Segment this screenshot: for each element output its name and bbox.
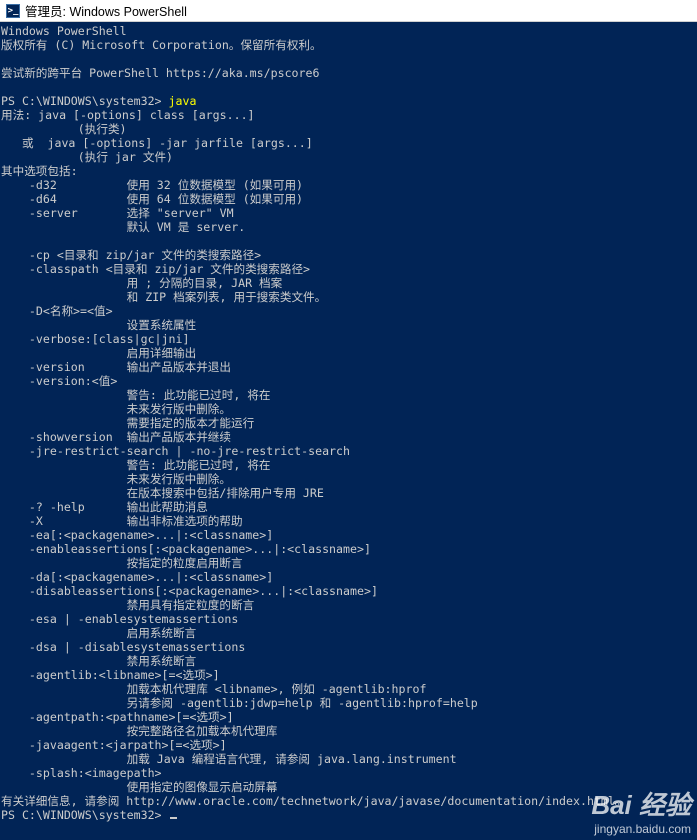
console-line: -jre-restrict-search | -no-jre-restrict-… <box>1 444 351 458</box>
console-line: -version 输出产品版本并退出 <box>1 360 231 374</box>
console-line: -classpath <目录和 zip/jar 文件的类搜索路径> <box>1 262 311 276</box>
console-line: 或 java [-options] -jar jarfile [args...] <box>1 136 313 150</box>
console-line: 未来发行版中删除。 <box>1 402 231 416</box>
console-line: (执行类) <box>1 122 127 136</box>
console-line: 需要指定的版本才能运行 <box>1 416 255 430</box>
console-line: 版权所有 (C) Microsoft Corporation。保留所有权利。 <box>1 38 322 52</box>
active-prompt-line[interactable]: PS C:\WINDOWS\system32> <box>1 808 689 822</box>
console-line: -cp <目录和 zip/jar 文件的类搜索路径> <box>1 248 262 262</box>
console-line: 未来发行版中删除。 <box>1 472 231 486</box>
console-line: 启用详细输出 <box>1 346 197 360</box>
console-line: PS C:\WINDOWS\system32> java <box>1 94 689 108</box>
window-title: 管理员: Windows PowerShell <box>25 5 187 19</box>
console-line: -dsa | -disablesystemassertions <box>1 640 246 654</box>
console-line: 默认 VM 是 server. <box>1 220 246 234</box>
console-line: 加载本机代理库 <libname>, 例如 -agentlib:hprof <box>1 682 427 696</box>
console-line: -ea[:<packagename>...|:<classname>] <box>1 528 274 542</box>
console-line: -D<名称>=<值> <box>1 304 113 318</box>
console-line: -enableassertions[:<packagename>...|:<cl… <box>1 542 371 556</box>
title-bar[interactable]: >_ 管理员: Windows PowerShell <box>0 0 697 22</box>
console-line: 按完整路径名加载本机代理库 <box>1 724 278 738</box>
console-line: 其中选项包括: <box>1 164 78 178</box>
console-line: 禁用系统断言 <box>1 654 197 668</box>
console-line: -agentpath:<pathname>[=<选项>] <box>1 710 234 724</box>
console-line: -verbose:[class|gc|jni] <box>1 332 190 346</box>
console-line: 使用指定的图像显示启动屏幕 <box>1 780 278 794</box>
prompt-text: PS C:\WINDOWS\system32> <box>1 808 169 822</box>
powershell-icon: >_ <box>6 3 20 18</box>
console-line: 禁用具有指定粒度的断言 <box>1 598 255 612</box>
prompt-text: PS C:\WINDOWS\system32> <box>1 94 169 108</box>
console-line: 按指定的粒度启用断言 <box>1 556 243 570</box>
console-line: 和 ZIP 档案列表, 用于搜索类文件。 <box>1 290 327 304</box>
console-line: (执行 jar 文件) <box>1 150 174 164</box>
console-line: Windows PowerShell <box>1 24 127 38</box>
console-line: 用 ; 分隔的目录, JAR 档案 <box>1 276 283 290</box>
console-line: -? -help 输出此帮助消息 <box>1 500 208 514</box>
command-text: java <box>168 94 197 108</box>
console-line: 设置系统属性 <box>1 318 197 332</box>
console-line: -version:<值> <box>1 374 118 388</box>
console-line: -server 选择 "server" VM <box>1 206 234 220</box>
console-line: 有关详细信息, 请参阅 http://www.oracle.com/techne… <box>1 794 627 808</box>
console-line: 启用系统断言 <box>1 626 197 640</box>
console-line: -agentlib:<libname>[=<选项>] <box>1 668 220 682</box>
powershell-window: >_ 管理员: Windows PowerShell Windows Power… <box>0 0 697 840</box>
console-line: 加载 Java 编程语言代理, 请参阅 java.lang.instrument <box>1 752 457 766</box>
console-line: 用法: java [-options] class [args...] <box>1 108 255 122</box>
console-line: -showversion 输出产品版本并继续 <box>1 430 231 444</box>
console-line: -javaagent:<jarpath>[=<选项>] <box>1 738 227 752</box>
console-line: -d32 使用 32 位数据模型 (如果可用) <box>1 178 304 192</box>
console-line: 警告: 此功能已过时, 将在 <box>1 388 271 402</box>
console-line: 在版本搜索中包括/排除用户专用 JRE <box>1 486 324 500</box>
console-line: -da[:<packagename>...|:<classname>] <box>1 570 274 584</box>
console-line: 尝试新的跨平台 PowerShell https://aka.ms/pscore… <box>1 66 320 80</box>
console-line: -splash:<imagepath> <box>1 766 162 780</box>
console-line: -d64 使用 64 位数据模型 (如果可用) <box>1 192 304 206</box>
text-cursor <box>169 817 177 819</box>
console-line: 警告: 此功能已过时, 将在 <box>1 458 271 472</box>
console-line: -esa | -enablesystemassertions <box>1 612 239 626</box>
console-line: -X 输出非标准选项的帮助 <box>1 514 243 528</box>
console-line: -disableassertions[:<packagename>...|:<c… <box>1 584 378 598</box>
console-line: 另请参阅 -agentlib:jdwp=help 和 -agentlib:hpr… <box>1 696 478 710</box>
console-output[interactable]: Windows PowerShell 版权所有 (C) Microsoft Cor… <box>1 24 689 840</box>
